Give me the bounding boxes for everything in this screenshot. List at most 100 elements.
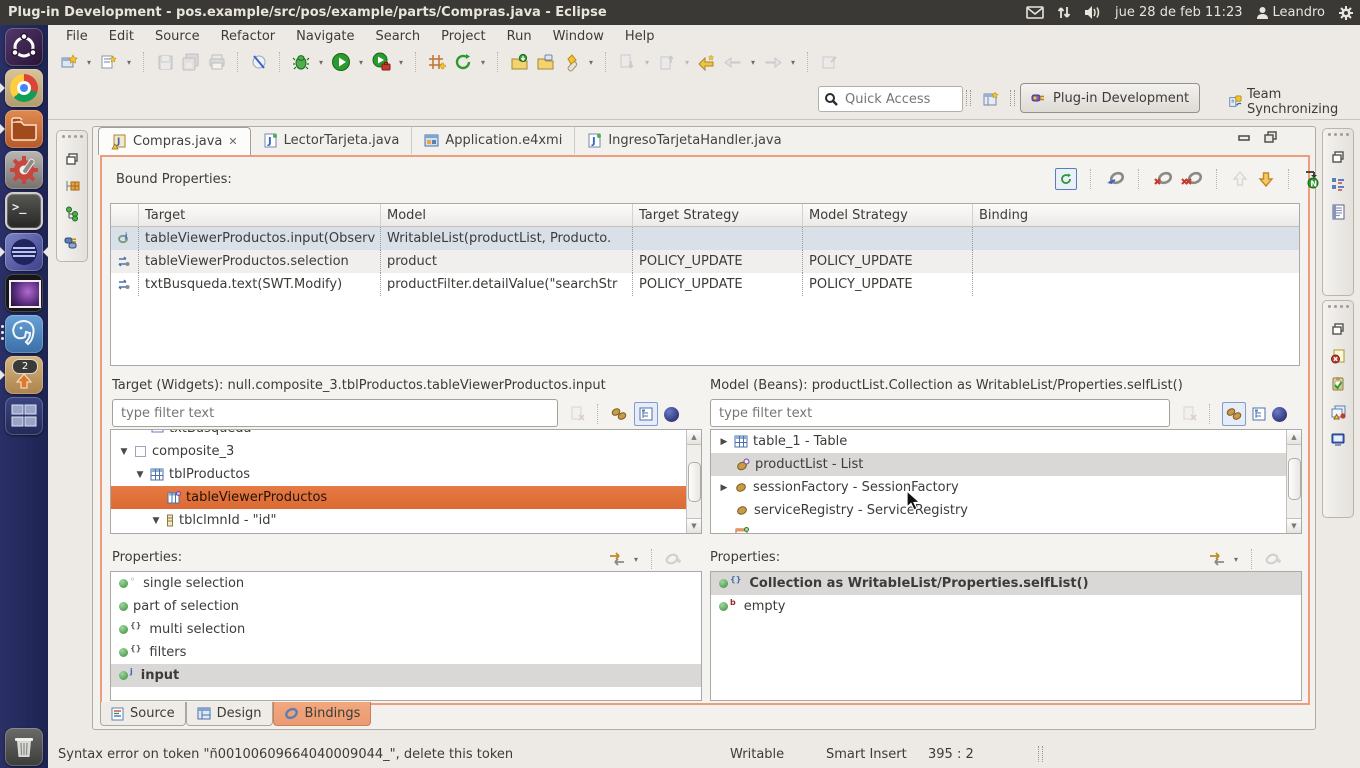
dropdown-caret[interactable]: ▾ [396,58,406,67]
previous-annotation-button[interactable] [656,51,678,73]
status-cursor-position[interactable]: 395 : 2 [928,747,974,762]
tab-ingresotarjetahandler-java[interactable]: J IngresoTarjetaHandler.java [575,127,793,154]
launcher-item-settings[interactable] [5,151,43,189]
target-tree-scrollbar[interactable]: ▲ ▼ [686,430,701,533]
launcher-item-postgresql[interactable] [5,315,43,353]
tree-item-productlist[interactable]: productList - List [711,453,1301,476]
quick-access[interactable] [818,86,963,112]
goto-definition-icon[interactable]: N [1303,169,1321,189]
move-up-icon[interactable] [1231,170,1249,188]
clock[interactable]: jue 28 de feb 11:23 [1115,5,1242,20]
tab-design[interactable]: Design [186,702,273,726]
user-menu[interactable]: Leandro [1256,5,1325,20]
print-button[interactable] [206,51,228,73]
perspective-team-synchronizing[interactable]: Team Synchronizing [1228,87,1360,117]
next-annotation-button[interactable] [616,51,638,73]
beans-mode-icon[interactable] [1222,402,1246,426]
new-plugin-project-button[interactable] [426,51,448,73]
run-button[interactable] [330,51,352,73]
property-input[interactable]: j input [111,664,701,687]
dropdown-caret[interactable]: ▾ [316,58,326,67]
package-explorer-icon[interactable] [64,178,80,194]
menu-edit[interactable]: Edit [109,29,134,44]
expand-arrow-icon[interactable]: ▼ [151,516,161,526]
save-all-button[interactable] [180,51,202,73]
model-filter[interactable] [710,399,1170,427]
property-empty[interactable]: b empty [711,595,1301,618]
save-button[interactable] [154,51,176,73]
javadoc-view-icon[interactable] [1331,204,1346,220]
api-refresh-button[interactable] [452,51,474,73]
tab-compras-java[interactable]: J Compras.java ✕ [98,127,251,155]
dropdown-caret[interactable]: ▾ [748,58,758,67]
table-row[interactable]: j tableViewerProductos.input(Observ Writ… [111,227,1299,250]
open-perspective-button[interactable] [980,88,1002,110]
last-edit-location-button[interactable] [696,51,718,73]
forward-button[interactable] [762,51,784,73]
tray-grip[interactable] [1328,133,1349,136]
launcher-item-workspaces[interactable] [5,397,43,435]
minimize-icon[interactable] [1238,132,1250,142]
menu-run[interactable]: Run [507,29,532,44]
dropdown-caret[interactable]: ▾ [478,58,488,67]
dropdown-caret[interactable]: ▾ [84,58,94,67]
clear-filter-icon[interactable] [1182,406,1198,422]
plugins-view-icon[interactable] [64,234,80,250]
tree-item-sessionfactory[interactable]: ▶ sessionFactory - SessionFactory [711,476,1301,499]
beans-mode-icon[interactable] [610,406,628,422]
import-folder-button[interactable] [508,51,530,73]
launcher-item-updater[interactable]: 2 [5,356,43,394]
pin-editor-button[interactable] [818,51,840,73]
tasks-view-icon[interactable] [1330,376,1346,392]
menu-file[interactable]: File [66,29,88,44]
property-part-of-selection[interactable]: part of selection [111,595,701,618]
scroll-thumb[interactable] [688,462,701,502]
header-model[interactable]: Model [381,204,633,227]
restore-view-icon[interactable] [1331,322,1345,336]
tree-mode-icon[interactable] [1252,407,1266,421]
dropdown-caret[interactable]: ▾ [1231,555,1241,564]
console-view-icon[interactable] [1330,432,1346,448]
volume-icon[interactable] [1084,5,1102,20]
convert-properties-icon[interactable] [608,551,626,567]
clear-filter-icon[interactable] [570,406,586,422]
restore-view-icon[interactable] [1331,150,1345,164]
tray-grip[interactable] [1328,305,1349,308]
search-torch-button[interactable] [560,51,582,73]
launcher-item-chrome[interactable] [5,69,43,107]
table-row[interactable]: txtBusqueda.text(SWT.Modify) productFilt… [111,273,1299,296]
scroll-thumb[interactable] [1288,458,1301,500]
collapsed-arrow-icon[interactable]: ▶ [719,483,729,493]
property-filters[interactable]: {} filters [111,641,701,664]
header-target-strategy[interactable]: Target Strategy [633,204,803,227]
synchronize-binding-icon[interactable] [1055,168,1077,190]
menu-window[interactable]: Window [553,29,604,44]
scroll-up-button[interactable]: ▲ [1287,430,1301,445]
header-target[interactable]: Target [139,204,381,227]
collapsed-arrow-icon[interactable]: ▶ [719,437,729,447]
session-gear-icon[interactable] [1338,5,1354,21]
scroll-down-button[interactable]: ▼ [1287,518,1301,533]
delete-all-bindings-icon[interactable] [1181,170,1203,188]
problems-view-icon[interactable] [1330,404,1347,420]
tab-source[interactable]: Source [100,702,186,726]
menu-help[interactable]: Help [625,29,655,44]
sphere-icon[interactable] [664,407,679,422]
create-binding-icon[interactable] [1105,170,1125,188]
run-external-tools-button[interactable] [370,51,392,73]
header-blank[interactable] [111,204,139,227]
tree-mode-icon[interactable] [634,402,658,426]
restore-view-icon[interactable] [65,152,79,166]
tree-item-clipped[interactable] [711,522,1301,534]
tree-item-table-1[interactable]: ▶ table_1 - Table [711,430,1301,453]
tree-item-txtbusqueda-clipped[interactable]: txtBusqueda [111,429,701,440]
drag-grip[interactable] [966,90,971,106]
launcher-item-dash[interactable] [5,28,43,66]
tree-item-tblclmnid[interactable]: ▼ tblclmnId - "id" [111,509,701,532]
tab-application-e4xmi[interactable]: Application.e4xmi [412,127,575,154]
network-sync-icon[interactable] [1057,5,1071,20]
add-binding-icon[interactable] [663,551,681,567]
tray-grip[interactable] [62,135,83,138]
scroll-down-button[interactable]: ▼ [687,518,701,533]
target-filter[interactable] [112,399,558,427]
